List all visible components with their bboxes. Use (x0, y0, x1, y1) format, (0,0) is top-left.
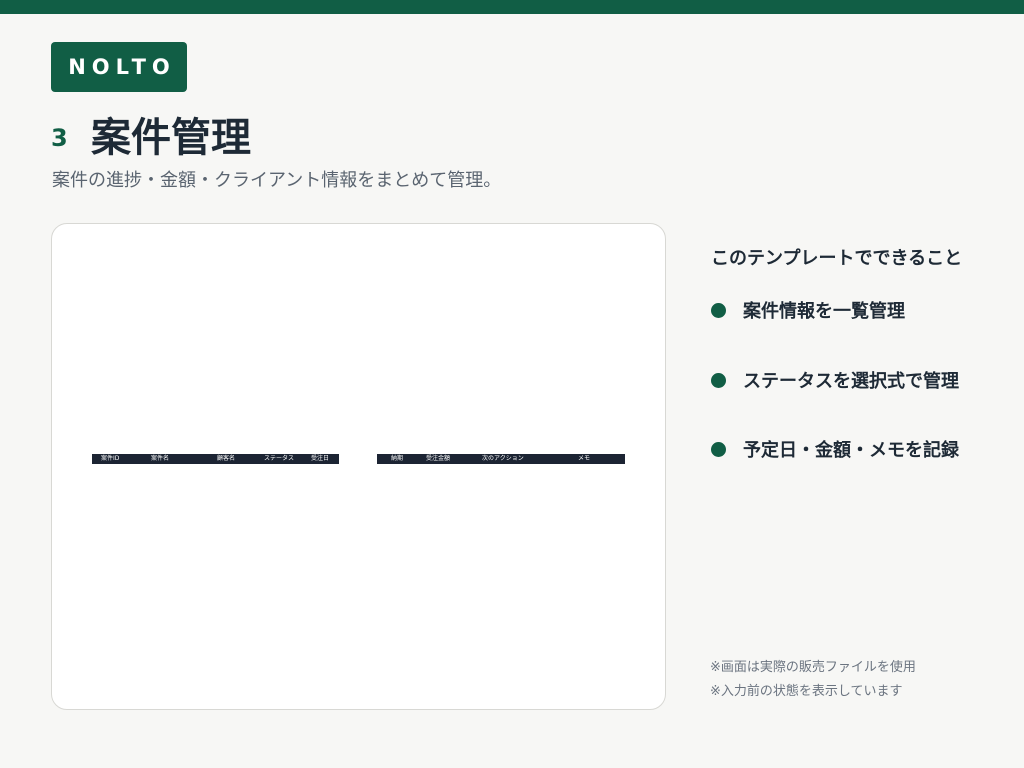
feature-item: 案件情報を一覧管理 (711, 297, 905, 323)
page-subtitle: 案件の進捗・金額・クライアント情報をまとめて管理。 (52, 170, 502, 191)
footnote: ※入力前の状態を表示しています (710, 684, 903, 699)
column-header-project-name: 案件名 (151, 455, 170, 462)
column-header-status: ステータス (264, 455, 295, 462)
column-header-next-action: 次のアクション (482, 455, 524, 462)
right-table-header-row: 納期 受注金額 次のアクション メモ (377, 454, 625, 464)
column-header-order-date: 受注日 (311, 455, 330, 462)
footnote: ※画面は実際の販売ファイルを使用 (710, 660, 916, 675)
features-heading: このテンプレートでできること (711, 248, 963, 269)
feature-label: 案件情報を一覧管理 (743, 301, 905, 322)
spreadsheet-preview-card: 案件ID 案件名 顧客名 ステータス 受注日 納期 受注金額 次のアクション メ… (51, 223, 666, 710)
page-title: 案件管理 (91, 115, 251, 161)
feature-label: ステータスを選択式で管理 (743, 371, 959, 392)
top-accent-bar (0, 0, 1024, 14)
bullet-dot-icon (711, 372, 726, 388)
brand-logo-text: NOLTO (68, 55, 176, 79)
feature-item: 予定日・金額・メモを記録 (711, 436, 959, 462)
bullet-dot-icon (711, 302, 726, 318)
left-table-header-row: 案件ID 案件名 顧客名 ステータス 受注日 (92, 454, 339, 464)
brand-logo: NOLTO (51, 42, 187, 92)
column-header-client-name: 顧客名 (217, 455, 236, 462)
section-number: 3 (51, 124, 68, 152)
column-header-memo: メモ (578, 455, 591, 462)
feature-item: ステータスを選択式で管理 (711, 367, 959, 393)
column-header-order-amount: 受注金額 (426, 455, 451, 462)
feature-label: 予定日・金額・メモを記録 (743, 440, 959, 461)
column-header-deadline: 納期 (391, 455, 404, 462)
bullet-dot-icon (711, 441, 726, 457)
column-header-project-id: 案件ID (101, 455, 120, 462)
